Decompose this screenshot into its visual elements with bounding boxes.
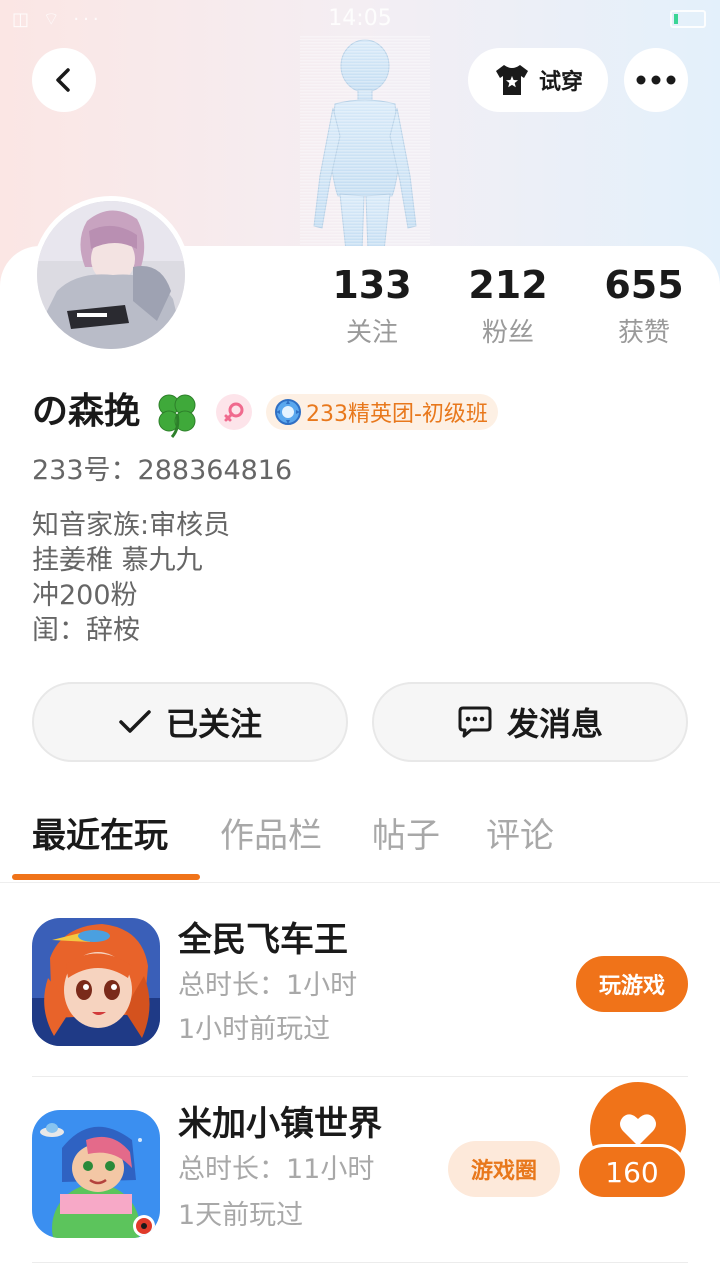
chevron-left-icon [56, 68, 70, 92]
bio-line: 知音家族:审核员 [32, 510, 231, 541]
heart-icon [620, 1114, 656, 1146]
following-label: 已关注 [165, 705, 262, 743]
stat-label: 关注 [345, 318, 398, 348]
status-bar: ◫ ⌔ ··· 14:05 [0, 0, 720, 40]
game-circle-button[interactable]: 游戏圈 [448, 1141, 560, 1197]
female-gender-badge [216, 394, 252, 430]
level-gem-icon [275, 399, 301, 425]
user-id: 233号：288364816 [32, 452, 292, 490]
game-name: 米加小镇世界 [178, 1104, 382, 1144]
try-on-label: 试穿 [538, 70, 583, 95]
stat-label: 粉丝 [481, 318, 534, 348]
game-name: 全民飞车王 [178, 920, 348, 960]
active-tab-indicator [12, 874, 200, 880]
stat-value: 212 [468, 263, 548, 307]
user-avatar[interactable] [32, 196, 190, 354]
level-badge[interactable]: 233精英团-初级班 [266, 394, 498, 430]
game-duration: 总时长：11小时 [178, 1154, 375, 1185]
tab-divider [0, 882, 720, 883]
play-game-button[interactable]: 玩游戏 [576, 956, 688, 1012]
row-divider [32, 1262, 688, 1263]
bio-line: 闺：辞桉 [32, 615, 140, 646]
female-icon [224, 402, 244, 422]
clover-emoji-icon [158, 394, 196, 438]
send-message-label: 发消息 [506, 705, 603, 743]
stat-likes[interactable]: 655 获赞 [579, 262, 709, 349]
send-message-button[interactable]: 发消息 [372, 682, 688, 762]
game-last-played: 1小时前玩过 [178, 1014, 331, 1045]
game-icon-racing [32, 918, 160, 1046]
like-count: 160 [576, 1144, 688, 1200]
tab-works[interactable]: 作品栏 [220, 812, 322, 860]
following-button[interactable]: 已关注 [32, 682, 348, 762]
user-nickname: の森挽 [32, 391, 141, 432]
bio-line: 挂姜稚 慕九九 [32, 545, 203, 576]
stat-value: 133 [332, 263, 412, 307]
stat-followers[interactable]: 212 粉丝 [443, 262, 573, 349]
avatar-3d-figure[interactable] [300, 36, 430, 251]
checkmark-icon [119, 710, 151, 733]
level-badge-text: 233精英团-初级班 [306, 402, 488, 427]
user-id-label: 233号： [32, 455, 138, 486]
try-on-button[interactable]: 试穿 [468, 48, 608, 112]
status-time: 14:05 [328, 6, 392, 31]
tab-comments[interactable]: 评论 [486, 812, 554, 860]
battery-icon [670, 10, 706, 28]
tab-posts[interactable]: 帖子 [372, 812, 440, 860]
like-floating-button[interactable]: 160 [576, 1082, 688, 1202]
tab-recently-played[interactable]: 最近在玩 [32, 812, 168, 860]
game-duration: 总时长：1小时 [178, 970, 358, 1001]
message-bubble-icon [458, 706, 492, 738]
bio-line: 冲200粉 [32, 580, 138, 611]
tshirt-icon [495, 65, 528, 95]
game-last-played: 1天前玩过 [178, 1200, 304, 1231]
more-dots-icon [636, 75, 676, 85]
game-icon-town [32, 1110, 160, 1238]
stat-following[interactable]: 133 关注 [307, 262, 437, 349]
stat-value: 655 [604, 263, 684, 307]
back-button[interactable] [32, 48, 96, 112]
user-id-value: 288364816 [137, 455, 293, 486]
stat-label: 获赞 [617, 318, 670, 348]
more-button[interactable] [624, 48, 688, 112]
